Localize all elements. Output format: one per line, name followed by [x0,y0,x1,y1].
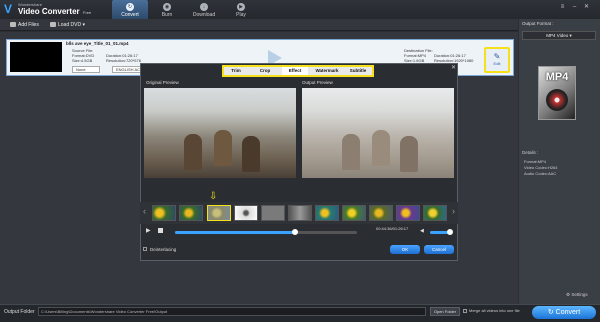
figure-shape [400,136,418,172]
video-thumbnail[interactable] [10,42,62,72]
film-reel-icon [546,89,568,111]
seek-bar-fill [175,231,295,234]
tab-download[interactable]: ↓ Download [186,0,222,19]
figure-shape [342,134,360,170]
effect-thumbnail[interactable] [369,205,393,221]
source-resolution: Resolution:720*576 [106,58,141,63]
highlight-arrow-icon: ⇩ [209,191,218,202]
play-icon[interactable]: ▶ [146,227,151,234]
output-format-label: Output Format : [522,21,554,26]
dialog-close-icon[interactable]: ✕ [451,64,456,71]
disc-icon: ◉ [163,3,171,11]
deinterlacing-label: Deinterlacing [150,247,177,252]
audio-select-value: ENGLISH AC3 [116,67,143,72]
effect-thumbnail[interactable] [179,205,203,221]
tab-burn[interactable]: ◉ Burn [149,0,185,19]
tab-subtitle[interactable]: Subtitle [346,67,370,75]
tab-convert[interactable]: ↻ Convert [112,0,148,19]
tab-crop[interactable]: Crop [252,67,278,75]
figure-shape [242,136,260,172]
source-size: Size:4.5GB [72,58,93,63]
detail-item: Audio Codec:AAC [524,171,557,176]
merge-label: Merge all videos into one file [469,308,520,313]
format-badge[interactable]: MP4 [538,66,576,120]
effect-thumbnail[interactable] [234,205,258,221]
volume-handle[interactable] [447,229,453,235]
seek-handle[interactable] [292,229,298,235]
download-icon: ↓ [200,3,208,11]
add-files-label: Add Files [18,22,39,28]
output-folder-label: Output Folder [4,309,35,315]
play-icon: ▶ [237,3,245,11]
add-files-button[interactable]: Add Files [10,21,39,29]
open-folder-button[interactable]: Open Folder [430,307,460,316]
effect-thumbnail[interactable] [207,205,231,221]
details-label: Details : [522,150,539,155]
refresh-icon: ↻ [126,3,134,11]
gear-icon: ⚙ [566,292,571,297]
tab-trim[interactable]: Trim [224,67,248,75]
detail-item: Video Codec:H264 [524,165,558,170]
tab-play[interactable]: ▶ Play [223,0,259,19]
deinterlacing-checkbox[interactable] [143,247,147,251]
add-file-icon [10,22,16,28]
effect-thumbnail[interactable] [423,205,447,221]
tab-label: Download [192,12,216,18]
settings-button[interactable]: ⚙ Settings [566,292,588,298]
figure-shape [372,130,390,166]
effect-thumbnail[interactable] [396,205,420,221]
output-folder-path[interactable]: C:\Users\Billing\Documents\Wondershare V… [38,307,426,316]
tab-watermark[interactable]: Watermark [310,67,344,75]
dvd-icon [50,22,56,28]
cancel-button[interactable]: Cancel [424,245,454,254]
tab-label: Convert [121,12,139,18]
effect-thumbnail[interactable] [152,205,176,221]
figure-shape [214,130,232,166]
original-preview-image [144,88,296,178]
app-edition: Free [83,10,92,15]
menu-icon[interactable]: ≡ [558,3,567,11]
edit-icon: ✎ [493,52,501,61]
convert-button[interactable]: ↻ Convert [532,306,596,319]
minimize-icon[interactable]: – [570,3,579,11]
app-logo-icon: V [4,2,13,16]
chevron-down-icon: ▾ [569,33,572,38]
subtitle-select[interactable]: None [72,66,100,73]
output-preview-label: Output Preview [302,80,333,85]
output-format-value: MP4 Video [546,33,569,38]
load-dvd-label: Load DVD [58,22,82,28]
file-name: blls ave eye_Title_01_01.mp4 [66,41,129,46]
effect-thumbnail[interactable] [261,205,285,221]
tab-effect[interactable]: Effect [282,67,308,75]
tab-label: Burn [161,12,173,18]
output-preview-image [302,88,454,178]
chevron-right-icon[interactable]: › [452,206,455,216]
merge-checkbox[interactable] [463,309,467,313]
output-format-select[interactable]: MP4 Video ▾ [522,31,596,40]
app-title: Video Converter [18,7,80,16]
detail-item: Format:MP4 [524,159,547,164]
stop-icon[interactable] [158,228,163,233]
load-dvd-button[interactable]: Load DVD ▾ [50,21,85,29]
edit-label: Edit [493,61,501,66]
edit-button[interactable]: ✎ Edit [484,47,510,73]
format-badge-text: MP4 [545,71,569,83]
original-preview-label: Original Preview [146,80,179,85]
settings-label: Settings [571,292,588,297]
refresh-icon: ↻ [547,309,554,316]
tab-label: Play [236,12,246,18]
volume-icon[interactable]: ◀ [420,228,424,234]
chevron-left-icon[interactable]: ‹ [143,206,146,216]
ok-button[interactable]: OK [390,245,420,254]
subtitle-select-value: None [76,67,86,72]
effect-thumbnail[interactable] [288,205,312,221]
effect-thumbnail[interactable] [315,205,339,221]
timecode: 00:44:36/01:26:17 [376,226,409,231]
effect-thumbnail[interactable] [342,205,366,221]
convert-label: Convert [555,309,581,316]
figure-shape [184,134,202,170]
close-icon[interactable]: ✕ [582,3,591,11]
chevron-down-icon[interactable]: ▾ [82,22,85,28]
